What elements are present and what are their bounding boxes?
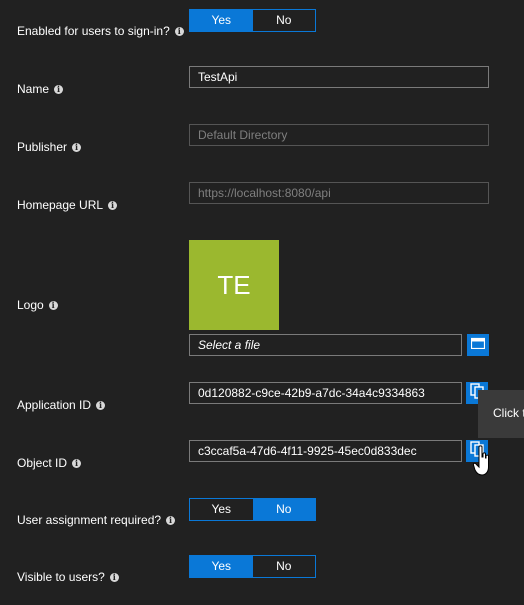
info-icon[interactable]: i bbox=[166, 515, 176, 525]
info-icon[interactable]: i bbox=[48, 300, 58, 310]
publisher-label-row: Publisher i bbox=[17, 140, 82, 154]
info-icon[interactable]: i bbox=[72, 458, 82, 468]
enabled-toggle[interactable]: Yes No bbox=[189, 9, 316, 32]
folder-icon bbox=[470, 336, 486, 354]
user-assignment-no-option[interactable]: No bbox=[252, 499, 315, 520]
info-icon[interactable]: i bbox=[174, 26, 184, 36]
logo-preview: TE bbox=[189, 240, 279, 330]
visible-no-option[interactable]: No bbox=[252, 556, 315, 577]
copy-tooltip: Click t bbox=[478, 390, 524, 438]
enabled-no-option[interactable]: No bbox=[252, 10, 315, 31]
object-id-field[interactable]: c3ccaf5a-47d6-4f11-9925-45ec0d833dec bbox=[189, 440, 462, 462]
object-id-label-row: Object ID i bbox=[17, 456, 82, 470]
info-icon[interactable]: i bbox=[54, 84, 64, 94]
user-assignment-label: User assignment required? bbox=[17, 513, 162, 527]
name-input[interactable]: TestApi bbox=[189, 66, 489, 88]
application-id-label: Application ID bbox=[17, 398, 92, 412]
name-label: Name bbox=[17, 82, 50, 96]
homepage-url-input[interactable]: https://localhost:8080/api bbox=[189, 182, 489, 204]
homepage-label: Homepage URL bbox=[17, 198, 104, 212]
user-assignment-label-row: User assignment required? i bbox=[17, 513, 176, 527]
enabled-label: Enabled for users to sign-in? bbox=[17, 24, 170, 38]
info-icon[interactable]: i bbox=[108, 200, 118, 210]
browse-file-button[interactable] bbox=[467, 334, 489, 356]
visible-label: Visible to users? bbox=[17, 570, 105, 584]
user-assignment-yes-option[interactable]: Yes bbox=[190, 499, 253, 520]
publisher-field: Default Directory bbox=[189, 124, 489, 146]
object-id-label: Object ID bbox=[17, 456, 68, 470]
user-assignment-toggle[interactable]: Yes No bbox=[189, 498, 316, 521]
enabled-label-row: Enabled for users to sign-in? i bbox=[17, 24, 184, 38]
publisher-label: Publisher bbox=[17, 140, 68, 154]
name-label-row: Name i bbox=[17, 82, 64, 96]
logo-label-row: Logo i bbox=[17, 298, 58, 312]
logo-file-input[interactable]: Select a file bbox=[189, 334, 462, 356]
info-icon[interactable]: i bbox=[72, 142, 82, 152]
homepage-label-row: Homepage URL i bbox=[17, 198, 118, 212]
visible-toggle[interactable]: Yes No bbox=[189, 555, 316, 578]
enabled-yes-option[interactable]: Yes bbox=[190, 10, 253, 31]
info-icon[interactable]: i bbox=[109, 572, 119, 582]
application-id-label-row: Application ID i bbox=[17, 398, 106, 412]
hand-pointer-icon bbox=[472, 445, 491, 484]
info-icon[interactable]: i bbox=[96, 400, 106, 410]
logo-label: Logo bbox=[17, 298, 44, 312]
application-id-field[interactable]: 0d120882-c9ce-42b9-a7dc-34a4c9334863 bbox=[189, 382, 462, 404]
visible-label-row: Visible to users? i bbox=[17, 570, 119, 584]
app-properties-panel: Enabled for users to sign-in? i Yes No N… bbox=[0, 0, 524, 605]
visible-yes-option[interactable]: Yes bbox=[190, 556, 253, 577]
